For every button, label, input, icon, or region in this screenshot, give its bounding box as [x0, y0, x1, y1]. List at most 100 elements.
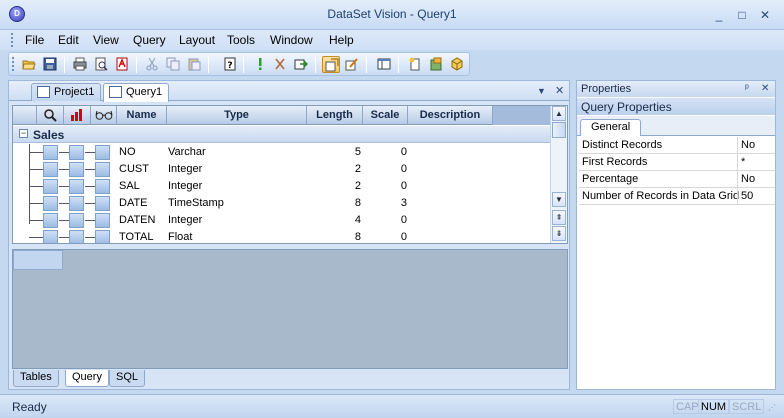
export-pdf-button[interactable] — [113, 56, 131, 73]
menu-window[interactable]: Window — [270, 33, 313, 47]
sort-checkbox[interactable] — [69, 179, 84, 194]
sort-checkbox[interactable] — [69, 196, 84, 211]
property-value[interactable]: No — [741, 173, 755, 185]
header-sort[interactable] — [64, 106, 91, 125]
tab-sql[interactable]: SQL — [109, 370, 146, 387]
scroll-up-button[interactable]: ▲ — [552, 106, 566, 121]
scroll-page-up-button[interactable]: ⇞ — [552, 210, 566, 225]
header-name[interactable]: Name — [117, 106, 167, 125]
header-description[interactable]: Description — [408, 106, 493, 125]
execute-button[interactable] — [251, 56, 269, 73]
query-design-pane[interactable] — [12, 249, 568, 369]
new-report-button[interactable] — [406, 56, 424, 73]
help-button[interactable]: ? — [221, 56, 239, 73]
table-row[interactable]: CUST Integer 2 0 — [13, 161, 551, 178]
tree-connector — [85, 203, 95, 204]
toolbar-grip[interactable] — [12, 57, 15, 72]
menu-file[interactable]: File — [25, 33, 44, 47]
layout-button[interactable] — [375, 56, 393, 73]
project-icon — [37, 86, 50, 98]
sort-checkbox[interactable] — [69, 230, 84, 243]
select-checkbox[interactable] — [43, 179, 58, 194]
open-button[interactable] — [20, 56, 38, 73]
close-document-icon[interactable]: ✕ — [555, 84, 564, 97]
pin-icon[interactable]: ᵖ — [745, 83, 749, 94]
tree-connector — [85, 220, 95, 221]
tab-tables[interactable]: Tables — [13, 370, 59, 387]
stop-button[interactable] — [271, 56, 289, 73]
print-preview-button[interactable] — [92, 56, 110, 73]
select-checkbox[interactable] — [43, 162, 58, 177]
maximize-button[interactable]: □ — [735, 9, 749, 21]
visible-checkbox[interactable] — [95, 162, 110, 177]
table-row[interactable]: SAL Integer 2 0 — [13, 178, 551, 195]
header-visible[interactable] — [91, 106, 117, 125]
document-tabstrip: Project1 Query1 ▼ ✕ — [9, 81, 569, 102]
tab-general[interactable]: General — [580, 119, 642, 136]
property-value[interactable]: 50 — [741, 190, 753, 202]
scroll-down-button[interactable]: ▼ — [552, 192, 566, 207]
cut-button[interactable] — [143, 56, 161, 73]
menu-grip[interactable] — [11, 33, 14, 47]
table-row[interactable]: NO Varchar 5 0 — [13, 144, 551, 161]
visible-checkbox[interactable] — [95, 179, 110, 194]
main-toolbar: ? — [8, 52, 470, 76]
property-value[interactable]: No — [741, 139, 755, 151]
header-length[interactable]: Length — [307, 106, 363, 125]
query-design-button[interactable] — [322, 56, 340, 73]
header-search[interactable] — [37, 106, 64, 125]
scroll-thumb[interactable] — [552, 122, 566, 138]
copy-button[interactable] — [164, 56, 182, 73]
tab-dropdown-icon[interactable]: ▼ — [537, 86, 546, 96]
menu-edit[interactable]: Edit — [58, 33, 79, 47]
menu-tools[interactable]: Tools — [227, 33, 255, 47]
close-button[interactable]: ✕ — [758, 9, 772, 21]
property-row[interactable]: First Records * — [579, 154, 775, 171]
property-row[interactable]: Percentage No — [579, 171, 775, 188]
property-key: Percentage — [582, 173, 639, 185]
close-properties-icon[interactable]: ✕ — [761, 83, 769, 94]
sort-checkbox[interactable] — [69, 162, 84, 177]
visible-checkbox[interactable] — [95, 230, 110, 243]
tab-project1[interactable]: Project1 — [31, 83, 102, 101]
table-row[interactable]: TOTAL Float 8 0 — [13, 229, 551, 243]
save-icon — [43, 57, 57, 71]
tab-query[interactable]: Query — [65, 370, 109, 387]
select-checkbox[interactable] — [43, 145, 58, 160]
property-row[interactable]: Distinct Records No — [579, 137, 775, 154]
sort-checkbox[interactable] — [69, 213, 84, 228]
field-scale: 0 — [400, 231, 407, 243]
scroll-page-down-button[interactable]: ⇟ — [552, 226, 566, 241]
lower-pane-header[interactable] — [13, 250, 63, 270]
menu-layout[interactable]: Layout — [179, 33, 215, 47]
visible-checkbox[interactable] — [95, 213, 110, 228]
resize-grip-icon[interactable]: ⋰ — [768, 403, 776, 412]
header-scale[interactable]: Scale — [363, 106, 408, 125]
vertical-scrollbar[interactable]: ▲ ▼ ⇞ ⇟ — [550, 106, 567, 243]
collapse-icon[interactable]: − — [19, 129, 28, 138]
table-row[interactable]: DATE TimeStamp 8 3 — [13, 195, 551, 212]
select-checkbox[interactable] — [43, 230, 58, 243]
cube-button[interactable] — [448, 56, 466, 73]
tab-query1[interactable]: Query1 — [103, 83, 170, 102]
query-edit-button[interactable] — [343, 56, 361, 73]
select-checkbox[interactable] — [43, 196, 58, 211]
menu-help[interactable]: Help — [329, 33, 354, 47]
header-type[interactable]: Type — [167, 106, 307, 125]
visible-checkbox[interactable] — [95, 196, 110, 211]
add-table-button[interactable] — [427, 56, 445, 73]
table-row[interactable]: DATEN Integer 4 0 — [13, 212, 551, 229]
group-row-sales[interactable]: − Sales — [13, 126, 551, 143]
print-button[interactable] — [71, 56, 89, 73]
property-value[interactable]: * — [741, 156, 745, 168]
paste-button[interactable] — [185, 56, 203, 73]
sort-checkbox[interactable] — [69, 145, 84, 160]
property-row[interactable]: Number of Records in Data Grid 50 — [579, 188, 775, 205]
export-button[interactable] — [292, 56, 310, 73]
menu-view[interactable]: View — [93, 33, 119, 47]
minimize-button[interactable]: _ — [712, 9, 726, 21]
save-button[interactable] — [41, 56, 59, 73]
menu-query[interactable]: Query — [133, 33, 166, 47]
visible-checkbox[interactable] — [95, 145, 110, 160]
select-checkbox[interactable] — [43, 213, 58, 228]
